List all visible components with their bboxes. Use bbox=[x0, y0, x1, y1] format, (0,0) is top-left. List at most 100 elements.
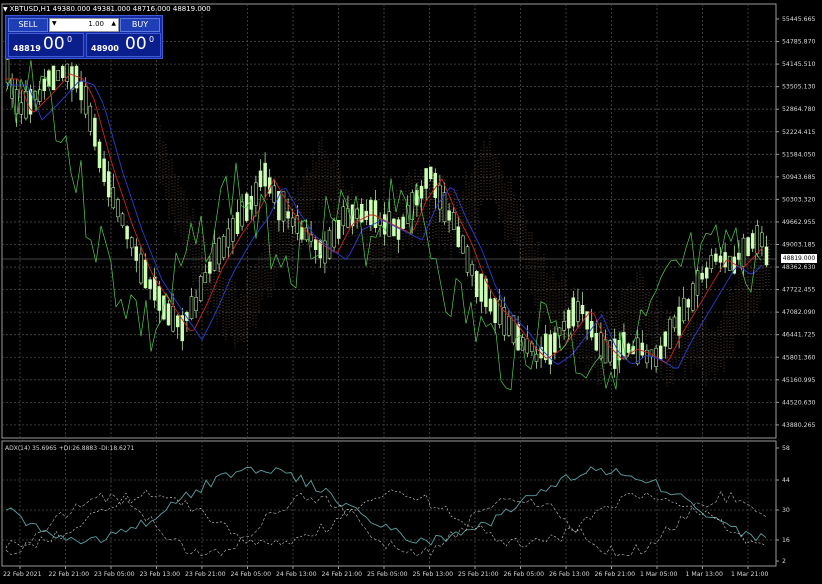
candle-body bbox=[111, 187, 116, 209]
time-axis-label: 24 Feb 13:00 bbox=[276, 571, 317, 578]
price-axis-label: 49003.185 bbox=[782, 242, 816, 249]
buy-button[interactable]: BUY bbox=[120, 18, 160, 32]
price-axis-label: 48362.630 bbox=[782, 264, 816, 271]
buy-quote[interactable]: 48900 00 0 bbox=[86, 33, 161, 57]
adx-axis-label: 2 bbox=[782, 558, 786, 565]
time-axis-label: 26 Feb 05:00 bbox=[504, 571, 545, 578]
sell-price-prefix: 48819 bbox=[13, 44, 41, 53]
candle-body bbox=[760, 232, 764, 248]
price-axis-label: 45801.360 bbox=[782, 354, 816, 361]
buy-price-big: 00 bbox=[125, 34, 147, 54]
price-axis-label: 47082.090 bbox=[782, 309, 816, 316]
candle-body bbox=[456, 226, 461, 248]
candle-body bbox=[166, 303, 171, 326]
price-axis-label: 44520.630 bbox=[782, 399, 816, 406]
candle-body bbox=[580, 305, 585, 315]
candle-body bbox=[603, 339, 608, 364]
candle-body bbox=[396, 219, 401, 240]
candle-body bbox=[704, 267, 709, 279]
price-axis-label: 55445.665 bbox=[782, 16, 816, 23]
price-axis-label: 43880.265 bbox=[782, 422, 816, 429]
candle-body bbox=[672, 316, 677, 329]
time-axis-label: 1 Mar 05:00 bbox=[640, 571, 677, 578]
candle-body bbox=[566, 309, 571, 329]
candle-body bbox=[125, 226, 129, 240]
candle-body bbox=[286, 211, 290, 219]
candle-body bbox=[525, 338, 530, 354]
candle-body bbox=[106, 171, 111, 198]
price-axis-label: 52864.780 bbox=[782, 106, 816, 113]
time-axis-label: 26 Feb 13:00 bbox=[549, 571, 590, 578]
candle-body bbox=[534, 353, 539, 362]
candle-body bbox=[470, 263, 474, 276]
candle-body bbox=[723, 252, 727, 268]
lot-size-input[interactable]: ▼ 1.00 ▲ bbox=[49, 18, 119, 32]
candle-body bbox=[755, 225, 760, 254]
candle-body bbox=[258, 170, 263, 188]
lot-decrease-icon[interactable]: ▼ bbox=[52, 20, 57, 27]
candle-body bbox=[442, 192, 447, 223]
adx-label: ADX(14) 35.6965 +DI:26.8883 -DI:18.6271 bbox=[5, 445, 135, 452]
candle-body bbox=[175, 315, 180, 328]
lot-size-value: 1.00 bbox=[88, 20, 104, 28]
candle-body bbox=[171, 306, 175, 332]
time-axis-label: 26 Feb 21:00 bbox=[595, 571, 636, 578]
candle-body bbox=[148, 279, 152, 289]
candle-body bbox=[553, 332, 557, 353]
candle-body bbox=[194, 297, 198, 311]
time-axis-label: 24 Feb 21:00 bbox=[322, 571, 363, 578]
candle-body bbox=[493, 297, 497, 323]
candle-body bbox=[116, 199, 120, 218]
time-axis-label: 23 Feb 05:00 bbox=[94, 571, 135, 578]
price-axis-label: 45160.995 bbox=[782, 377, 816, 384]
candle-body bbox=[686, 299, 691, 308]
candle-body bbox=[198, 276, 203, 301]
candle-body bbox=[658, 345, 663, 360]
candle-body bbox=[97, 141, 102, 169]
candle-body bbox=[594, 333, 599, 351]
candle-body bbox=[56, 70, 60, 81]
buy-price-sup: 0 bbox=[149, 35, 155, 44]
candle-body bbox=[332, 219, 336, 248]
candle-body bbox=[681, 297, 686, 322]
price-axis-label: 54785.870 bbox=[782, 39, 816, 46]
candle-body bbox=[691, 283, 695, 311]
candle-body bbox=[410, 192, 415, 221]
candle-body bbox=[290, 217, 295, 227]
candle-body bbox=[419, 185, 424, 199]
adx-axis-label: 44 bbox=[782, 477, 790, 484]
adx-axis-label: 58 bbox=[782, 445, 790, 452]
time-axis-label: 25 Feb 05:00 bbox=[367, 571, 408, 578]
sell-quote[interactable]: 48819 00 0 bbox=[8, 33, 84, 57]
candle-body bbox=[129, 237, 134, 249]
candle-body bbox=[134, 246, 139, 261]
price-axis-label: 50303.320 bbox=[782, 196, 816, 203]
candle-body bbox=[341, 206, 346, 227]
time-axis-label: 1 Mar 13:00 bbox=[686, 571, 723, 578]
time-axis-label: 22 Feb 21:00 bbox=[49, 571, 90, 578]
candle-body bbox=[263, 162, 267, 187]
adx-axis-label: 30 bbox=[782, 507, 790, 514]
price-chart[interactable]: 55445.665 54785.870 54145.510 53505.130 5286… bbox=[0, 0, 822, 584]
candle-body bbox=[272, 185, 277, 203]
sell-button[interactable]: SELL bbox=[8, 18, 48, 32]
candle-body bbox=[51, 65, 56, 91]
collapse-arrow-icon[interactable]: ▼ bbox=[3, 6, 8, 13]
lot-increase-icon[interactable]: ▲ bbox=[111, 20, 116, 27]
candle-body bbox=[543, 333, 548, 361]
candle-body bbox=[83, 86, 88, 115]
candle-body bbox=[203, 272, 208, 284]
candle-body bbox=[424, 168, 428, 189]
candle-body bbox=[60, 66, 65, 79]
candle-body bbox=[474, 271, 479, 297]
adx-main-line bbox=[5, 466, 767, 546]
candle-body bbox=[139, 253, 143, 284]
candle-body bbox=[649, 349, 654, 357]
candle-body bbox=[401, 216, 405, 229]
candle-body bbox=[120, 213, 125, 227]
candle-body bbox=[212, 243, 217, 271]
candle-body bbox=[709, 255, 714, 270]
time-axis-label: 1 Mar 21:00 bbox=[731, 571, 768, 578]
candle-body bbox=[640, 342, 645, 356]
candle-body bbox=[576, 301, 580, 322]
